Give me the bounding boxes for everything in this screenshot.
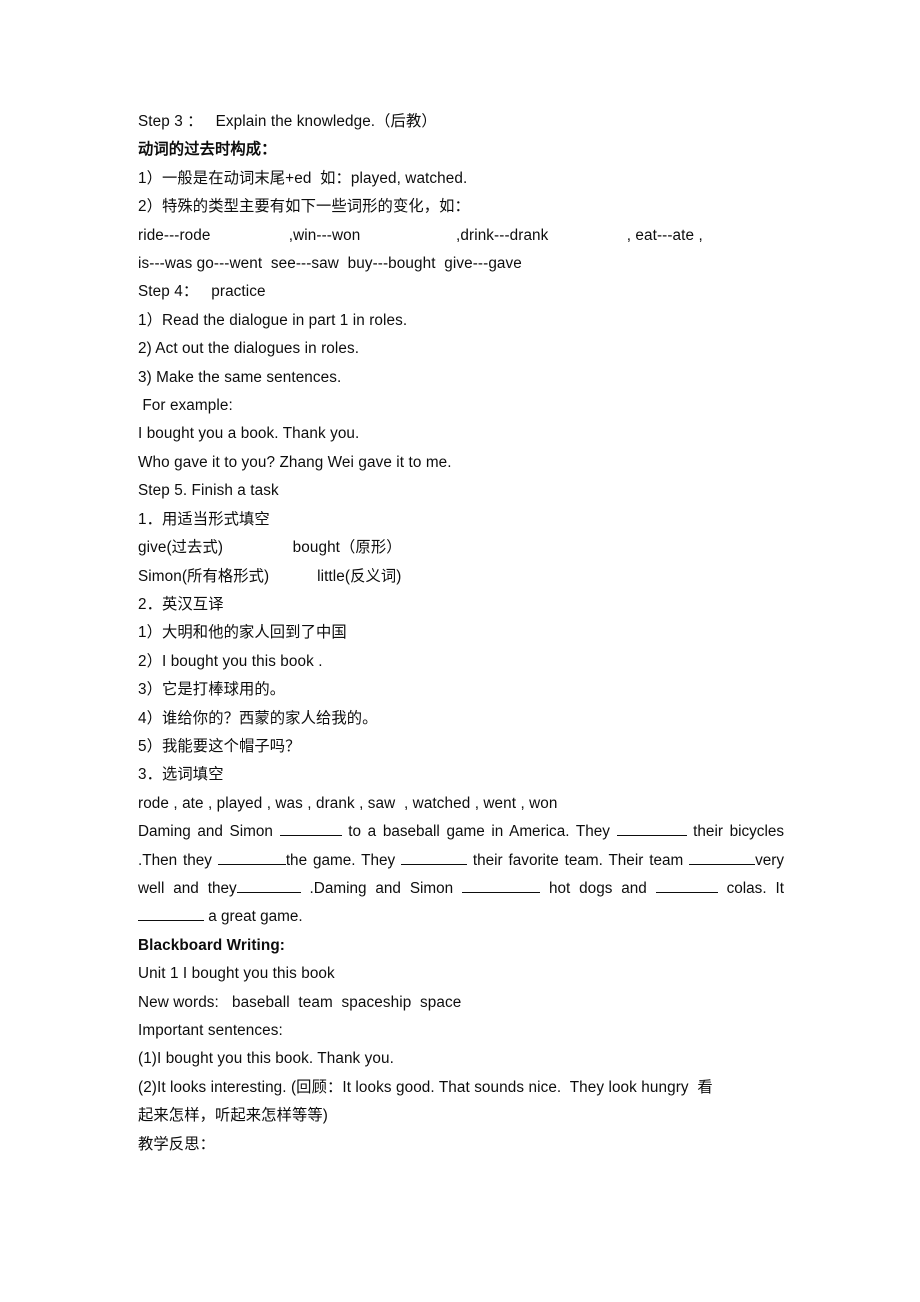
step3-heading: Step 3 ： Explain the knowledge.（后教） bbox=[138, 113, 437, 130]
cloze-seg-4: the game. They bbox=[285, 851, 401, 869]
example-sentence-2: Who gave it to you? Zhang Wei gave it to… bbox=[138, 453, 452, 471]
task2-item-3: 3）它是打棒球用的。 bbox=[138, 681, 286, 699]
past-tense-rule-2: 2）特殊的类型主要有如下一些词形的变化，如： bbox=[138, 198, 470, 216]
irregular-verbs-line-2: is---was go---went see---saw buy---bough… bbox=[138, 255, 522, 273]
cloze-seg-5: their favorite team. Their team bbox=[467, 851, 690, 869]
document-page: Step 3 ： Explain the knowledge.（后教） 动词的过… bbox=[0, 0, 920, 1302]
blackboard-sentence-2-part-1: (2)It looks interesting. (回顾：It looks go… bbox=[138, 1078, 713, 1096]
blackboard-unit-title: Unit 1 I bought you this book bbox=[138, 965, 335, 983]
task2-item-4: 4）谁给你的？西蒙的家人给我的。 bbox=[138, 709, 378, 727]
blackboard-important-sentences-label: Important sentences: bbox=[138, 1022, 283, 1039]
step4-item-1: 1）Read the dialogue in part 1 in roles. bbox=[138, 311, 408, 329]
cloze-seg-8: hot dogs and bbox=[540, 879, 656, 897]
document-body: Step 3 ： Explain the knowledge.（后教） 动词的过… bbox=[138, 108, 784, 1159]
step4-item-2: 2) Act out the dialogues in roles. bbox=[138, 340, 360, 358]
task2-heading: 2．英汉互译 bbox=[138, 595, 224, 613]
cloze-seg-7: .Daming and Simon bbox=[300, 879, 463, 897]
task3-word-bank: rode , ate , played , was , drank , saw … bbox=[138, 794, 558, 812]
cloze-seg-2: to a baseball game in America. They bbox=[341, 823, 617, 841]
task1-row-2: Simon(所有格形式) little(反义词) bbox=[138, 567, 402, 585]
step4-item-3: 3) Make the same sentences. bbox=[138, 368, 342, 386]
cloze-blank-6[interactable] bbox=[236, 879, 301, 893]
cloze-blank-9[interactable] bbox=[138, 907, 204, 922]
step4-heading: Step 4： practice bbox=[138, 283, 266, 301]
task3-heading: 3．选词填空 bbox=[138, 766, 224, 784]
cloze-seg-9: colas. It bbox=[717, 879, 784, 897]
cloze-blank-3[interactable] bbox=[217, 851, 286, 865]
task2-item-2: 2）I bought you this book . bbox=[138, 652, 323, 670]
cloze-blank-8[interactable] bbox=[655, 879, 718, 893]
cloze-blank-5[interactable] bbox=[689, 851, 756, 865]
blackboard-sentence-2-part-2: 起来怎样，听起来怎样等等) bbox=[138, 1107, 328, 1125]
cloze-blank-2[interactable] bbox=[616, 822, 687, 837]
cloze-blank-4[interactable] bbox=[401, 851, 467, 865]
example-sentence-1: I bought you a book. Thank you. bbox=[138, 425, 360, 443]
cloze-blank-1[interactable] bbox=[279, 822, 342, 837]
past-tense-title: 动词的过去时构成： bbox=[138, 141, 277, 159]
blackboard-writing-heading: Blackboard Writing: bbox=[138, 936, 285, 954]
cloze-blank-7[interactable] bbox=[462, 879, 541, 893]
blackboard-sentence-1: (1)I bought you this book. Thank you. bbox=[138, 1050, 394, 1068]
cloze-paragraph: Daming and Simon to a baseball game in A… bbox=[138, 818, 784, 932]
task1-row-1: give(过去式) bought（原形） bbox=[138, 539, 402, 557]
irregular-verbs-line-1: ride---rode ,win---won ,drink---drank , … bbox=[138, 226, 703, 244]
cloze-seg-1: Daming and Simon bbox=[138, 823, 280, 841]
step5-heading: Step 5. Finish a task bbox=[138, 482, 279, 500]
cloze-seg-10: a great game. bbox=[204, 908, 303, 926]
task2-item-5: 5）我能要这个帽子吗？ bbox=[138, 737, 301, 755]
task1-heading: 1．用适当形式填空 bbox=[138, 510, 270, 528]
blackboard-new-words: New words: baseball team spaceship space bbox=[138, 993, 462, 1011]
teaching-reflection-label: 教学反思： bbox=[138, 1135, 215, 1153]
for-example-label: For example: bbox=[138, 397, 233, 415]
past-tense-rule-1: 1）一般是在动词末尾+ed 如：played, watched. bbox=[138, 169, 468, 187]
task2-item-1: 1）大明和他的家人回到了中国 bbox=[138, 624, 347, 642]
